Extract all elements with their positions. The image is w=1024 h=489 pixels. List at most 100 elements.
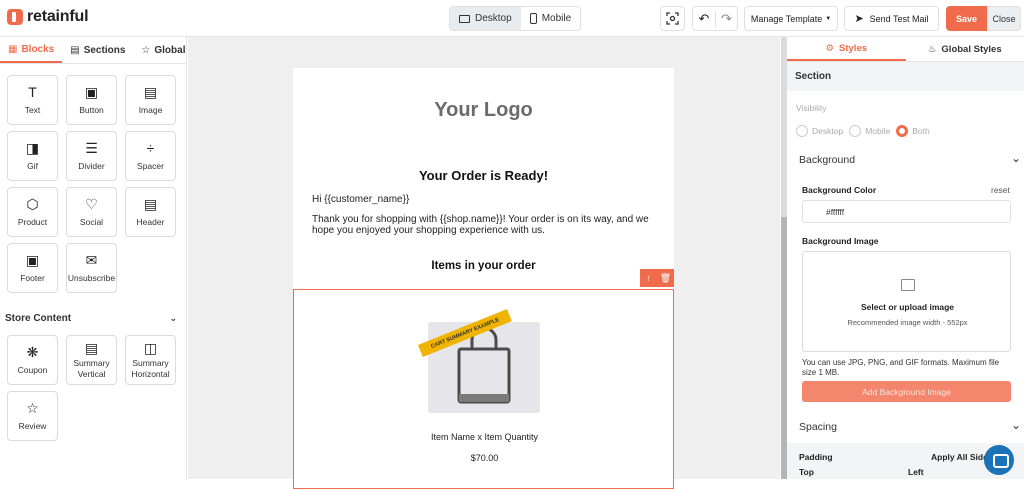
email-title[interactable]: Your Order is Ready! xyxy=(293,168,674,183)
redo-icon[interactable]: ↷ xyxy=(715,11,737,27)
block-summary-horizontal[interactable]: ◫ Summary Horizontal xyxy=(125,335,176,385)
add-background-image-button[interactable]: Add Background Image xyxy=(802,381,1011,402)
block-coupon[interactable]: ❋ Coupon xyxy=(7,335,58,385)
button-icon: ▣ xyxy=(85,85,98,99)
unsubscribe-icon: ✉ xyxy=(86,253,98,267)
block-social[interactable]: ♡Social xyxy=(66,187,117,237)
block-button[interactable]: ▣Button xyxy=(66,75,117,125)
chevron-down-icon: ⌄ xyxy=(169,313,177,324)
block-summary-vertical[interactable]: ▤Summary Vertical xyxy=(66,335,117,385)
email-greeting[interactable]: Hi {{customer_name}} xyxy=(312,194,409,205)
history-buttons: ↶ ↷ xyxy=(692,6,738,31)
visibility-desktop[interactable]: Desktop xyxy=(796,125,843,137)
app-logo: retainful xyxy=(7,8,88,26)
padding-label: Padding xyxy=(799,452,833,462)
bg-color-input[interactable]: #ffffff xyxy=(802,200,1011,223)
close-button[interactable]: Close xyxy=(987,6,1021,31)
block-label: Gif xyxy=(27,161,38,171)
visibility-mobile[interactable]: Mobile xyxy=(849,125,890,137)
tab-styles[interactable]: ⚙ Styles xyxy=(787,37,906,61)
block-toolbar: ↑ 🗑 xyxy=(640,269,674,287)
store-content-title: Store Content xyxy=(5,313,71,324)
block-header[interactable]: ▤Header xyxy=(125,187,176,237)
paint-bucket-icon: ♨ xyxy=(928,44,937,55)
block-label: Footer xyxy=(20,273,45,283)
brand-name: retainful xyxy=(27,8,88,26)
block-text[interactable]: TText xyxy=(7,75,58,125)
star-icon: ☆ xyxy=(26,401,39,415)
blocks-grid: TText ▣Button ▤ Image ◨ Gif ☰Divider ÷Spac… xyxy=(7,75,179,293)
block-label: Image xyxy=(139,105,163,115)
send-test-mail-button[interactable]: ➤ Send Test Mail xyxy=(844,6,939,31)
tab-global[interactable]: ☆ Global xyxy=(133,37,193,63)
reset-link[interactable]: reset xyxy=(991,185,1010,195)
tab-blocks[interactable]: ▦ Blocks xyxy=(0,37,62,63)
tab-global-styles[interactable]: ♨ Global Styles xyxy=(906,37,1024,61)
block-label: Summary Vertical xyxy=(67,358,116,378)
save-button[interactable]: Save xyxy=(946,6,987,31)
radio-label: Both xyxy=(912,126,930,136)
spacer-icon: ÷ xyxy=(147,141,155,155)
block-footer[interactable]: ▣Footer xyxy=(7,243,58,293)
sections-icon: ▤ xyxy=(70,45,79,56)
gif-icon: ◨ xyxy=(26,141,39,155)
tab-blocks-label: Blocks xyxy=(21,44,54,55)
gear-icon: ⚙ xyxy=(825,43,834,54)
block-review[interactable]: ☆ Review xyxy=(7,391,58,441)
product-icon: ⬡ xyxy=(26,197,38,211)
tab-sections-label: Sections xyxy=(84,45,126,56)
image-upload-area[interactable]: Select or upload image Recommended image… xyxy=(802,251,1011,352)
visibility-radio-group: Desktop Mobile Both xyxy=(796,125,930,137)
manage-template-dropdown[interactable]: Manage Template ▼ xyxy=(744,6,838,31)
image-icon: ▤ xyxy=(144,85,157,99)
background-accordion[interactable]: Background ⌄ xyxy=(799,154,1021,166)
block-product[interactable]: ⬡Product xyxy=(7,187,58,237)
spacing-accordion[interactable]: Spacing ⌄ xyxy=(799,421,1021,433)
mobile-view-button[interactable]: Mobile xyxy=(521,7,580,30)
email-canvas: Your Logo Your Order is Ready! Hi {{cust… xyxy=(188,37,780,479)
section-header: Section xyxy=(787,62,1024,91)
block-label: Coupon xyxy=(18,365,48,375)
tab-sections[interactable]: ▤ Sections xyxy=(62,37,133,63)
bg-color-label: Background Color xyxy=(802,185,876,195)
email-logo[interactable]: Your Logo xyxy=(293,99,674,122)
coupon-icon: ❋ xyxy=(27,345,39,359)
items-heading[interactable]: Items in your order xyxy=(293,260,674,272)
email-body-text[interactable]: Thank you for shopping with {{shop.name}… xyxy=(312,214,657,236)
top-label: Top xyxy=(799,467,814,477)
block-gif[interactable]: ◨ Gif xyxy=(7,131,58,181)
tab-global-styles-label: Global Styles xyxy=(941,44,1001,55)
mobile-label: Mobile xyxy=(542,13,571,24)
format-note: You can use JPG, PNG, and GIF formats. M… xyxy=(802,358,1012,378)
block-spacer[interactable]: ÷Spacer xyxy=(125,131,176,181)
delete-icon[interactable]: 🗑 xyxy=(657,269,674,287)
chat-support-button[interactable] xyxy=(984,445,1014,475)
tab-global-label: Global xyxy=(154,45,185,56)
block-unsubscribe[interactable]: ✉Unsubscribe xyxy=(66,243,117,293)
left-panel: ▦ Blocks ▤ Sections ☆ Global TText ▣Butt… xyxy=(0,37,187,479)
block-label: Summary Horizontal xyxy=(126,358,175,378)
visibility-both[interactable]: Both xyxy=(896,125,930,137)
block-label: Review xyxy=(19,421,47,431)
visibility-label: Visibility xyxy=(796,103,827,113)
move-up-icon[interactable]: ↑ xyxy=(640,269,657,287)
desktop-icon xyxy=(459,15,470,23)
preview-button[interactable] xyxy=(660,6,685,31)
desktop-view-button[interactable]: Desktop xyxy=(450,7,521,30)
caret-down-icon: ▼ xyxy=(825,16,831,22)
block-image[interactable]: ▤ Image xyxy=(125,75,176,125)
undo-icon[interactable]: ↶ xyxy=(693,11,715,27)
summary-horizontal-icon: ◫ xyxy=(144,341,157,355)
spacing-title: Spacing xyxy=(799,421,837,433)
send-test-mail-label: Send Test Mail xyxy=(870,14,929,24)
divider-icon: ☰ xyxy=(85,141,98,155)
upload-title: Select or upload image xyxy=(803,302,1012,312)
product-name: Item Name x Item Quantity xyxy=(294,432,675,442)
desktop-label: Desktop xyxy=(475,13,512,24)
selected-cart-summary-block[interactable]: CART SUMMARY EXAMPLE Item Name x Item Qu… xyxy=(293,289,674,489)
header-icon: ▤ xyxy=(144,197,157,211)
store-content-header[interactable]: Store Content ⌄ xyxy=(5,313,177,324)
background-title: Background xyxy=(799,154,855,166)
store-blocks-grid: ❋ Coupon ▤Summary Vertical ◫ Summary Horiz… xyxy=(7,335,179,441)
block-divider[interactable]: ☰Divider xyxy=(66,131,117,181)
